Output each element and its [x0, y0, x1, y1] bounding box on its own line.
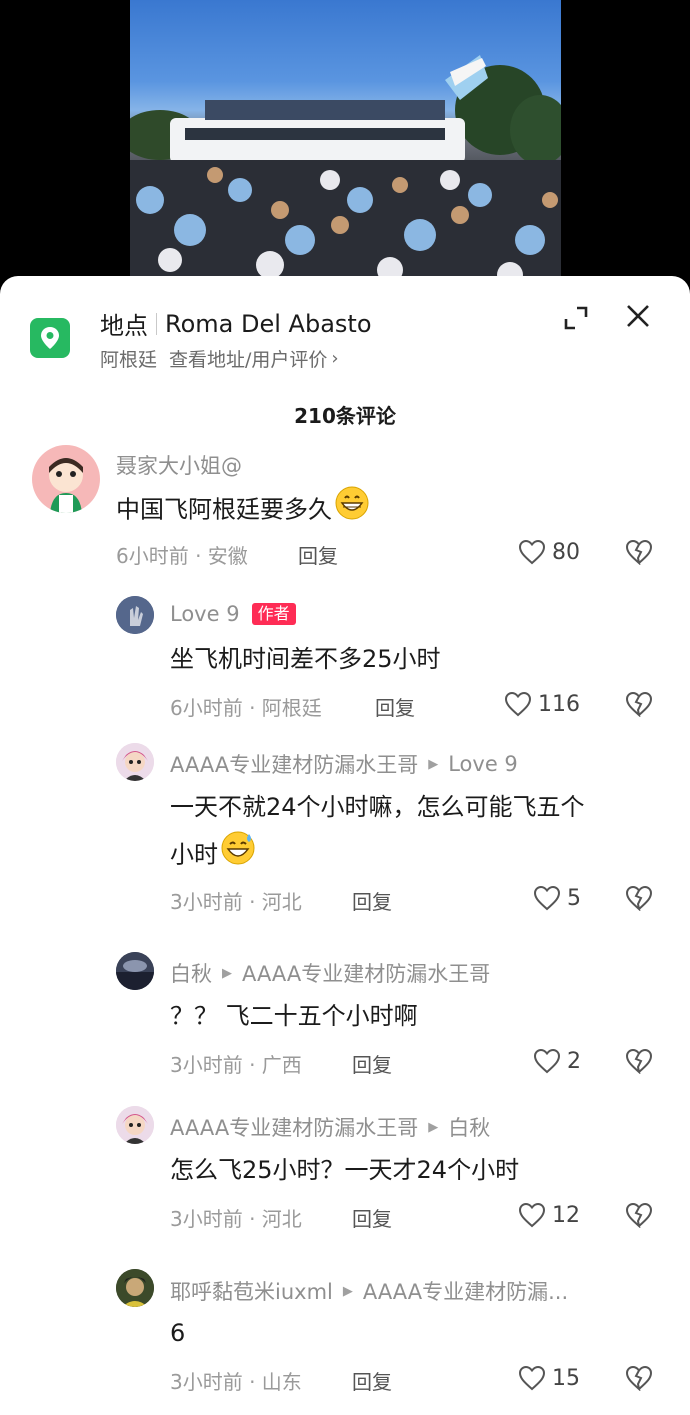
comment-text: 怎么飞25小时？一天才24个小时	[170, 1156, 520, 1184]
author-badge: 作者	[251, 603, 296, 625]
comment-username[interactable]: 聂家大小姐@	[116, 450, 242, 480]
like-count: 15	[552, 1365, 580, 1391]
heart-icon	[533, 885, 561, 911]
avatar[interactable]	[116, 743, 154, 781]
comment-meta: 3小时前 · 山东	[170, 1370, 302, 1394]
reply-arrow-icon: ▶	[222, 965, 232, 981]
reply-button[interactable]: 回复	[352, 1366, 392, 1395]
comment-meta: 3小时前 · 河北	[170, 1207, 302, 1231]
comment-text: 中国飞阿根廷要多久	[116, 485, 370, 536]
heart-icon	[518, 1365, 546, 1391]
comment-meta: 6小时前 · 安徽	[116, 544, 248, 568]
location-name: Roma Del Abasto	[165, 309, 372, 338]
like-button[interactable]: 12	[518, 1202, 580, 1228]
reply-to-username[interactable]: AAAA专业建材防漏水王哥	[242, 958, 490, 988]
comment-username[interactable]: Love 9 作者	[170, 602, 296, 626]
comment-username[interactable]: AAAA专业建材防漏水王哥 ▶ 白秋	[170, 1112, 490, 1142]
broken-heart-icon[interactable]	[625, 539, 653, 567]
broken-heart-icon[interactable]	[625, 1202, 653, 1230]
avatar[interactable]	[116, 1106, 154, 1144]
comment-meta: 6小时前 · 阿根廷	[170, 696, 322, 720]
reply-to-username[interactable]: Love 9	[448, 752, 518, 776]
location-title[interactable]: 地点 Roma Del Abasto	[100, 306, 372, 341]
like-button[interactable]: 5	[533, 885, 581, 911]
expand-icon[interactable]	[560, 302, 592, 334]
comment-username[interactable]: AAAA专业建材防漏水王哥 ▶ Love 9	[170, 749, 518, 779]
sweat-smile-emoji	[220, 830, 256, 881]
broken-heart-icon[interactable]	[625, 691, 653, 719]
broken-heart-icon[interactable]	[625, 1365, 653, 1393]
heart-icon	[533, 1048, 561, 1074]
video-scene-image	[130, 55, 561, 290]
comment-text: ？？ 飞二十五个小时啊	[170, 1002, 418, 1030]
video-frame[interactable]	[130, 0, 561, 290]
location-pin-icon[interactable]	[30, 318, 70, 358]
avatar[interactable]	[116, 1269, 154, 1307]
heart-icon	[518, 1202, 546, 1228]
like-count: 80	[552, 539, 580, 565]
video-player[interactable]	[0, 0, 690, 300]
reply-arrow-icon: ▶	[342, 1283, 353, 1299]
avatar[interactable]	[116, 596, 154, 634]
comment-text: 一天不就24个小时嘛，怎么可能飞五个 小时	[170, 784, 585, 881]
comment-meta: 3小时前 · 河北	[170, 890, 302, 914]
title-divider	[156, 312, 157, 335]
grinning-emoji	[334, 485, 370, 536]
reply-arrow-icon: ▶	[428, 1119, 439, 1135]
like-button[interactable]: 2	[533, 1048, 581, 1074]
location-label: 地点	[100, 312, 148, 340]
broken-heart-icon[interactable]	[625, 885, 653, 913]
comment-text: 坐飞机时间差不多25小时	[170, 645, 441, 673]
comment-text: 6	[170, 1319, 186, 1347]
comment-username[interactable]: 耶呼黏苞米iuxml ▶ AAAA专业建材防漏...	[170, 1276, 568, 1306]
like-count: 116	[538, 691, 580, 717]
reply-button[interactable]: 回复	[298, 540, 338, 569]
like-count: 5	[567, 885, 581, 911]
like-button[interactable]: 80	[518, 539, 580, 565]
reply-button[interactable]: 回复	[375, 692, 415, 721]
location-subtitle[interactable]: 阿根廷 查看地址/用户评价 ›	[100, 345, 339, 372]
reply-to-username[interactable]: 白秋	[448, 1112, 490, 1142]
reply-to-username[interactable]: AAAA专业建材防漏...	[363, 1276, 568, 1306]
location-region: 阿根廷	[100, 349, 158, 371]
like-count: 2	[567, 1048, 581, 1074]
reply-button[interactable]: 回复	[352, 1049, 392, 1078]
comment-count: 210条评论	[294, 404, 396, 428]
reply-arrow-icon: ▶	[428, 756, 439, 772]
chevron-right-icon: ›	[331, 348, 339, 369]
broken-heart-icon[interactable]	[625, 1048, 653, 1076]
close-icon[interactable]	[622, 300, 654, 332]
like-button[interactable]: 116	[504, 691, 580, 717]
view-address-link[interactable]: 查看地址/用户评价	[169, 345, 327, 372]
avatar[interactable]	[32, 445, 100, 513]
avatar[interactable]	[116, 952, 154, 990]
reply-button[interactable]: 回复	[352, 1203, 392, 1232]
heart-icon	[518, 539, 546, 565]
reply-button[interactable]: 回复	[352, 886, 392, 915]
like-button[interactable]: 15	[518, 1365, 580, 1391]
heart-icon	[504, 691, 532, 717]
comment-meta: 3小时前 · 广西	[170, 1053, 302, 1077]
like-count: 12	[552, 1202, 580, 1228]
comment-username[interactable]: 白秋 ▶ AAAA专业建材防漏水王哥	[170, 958, 490, 988]
